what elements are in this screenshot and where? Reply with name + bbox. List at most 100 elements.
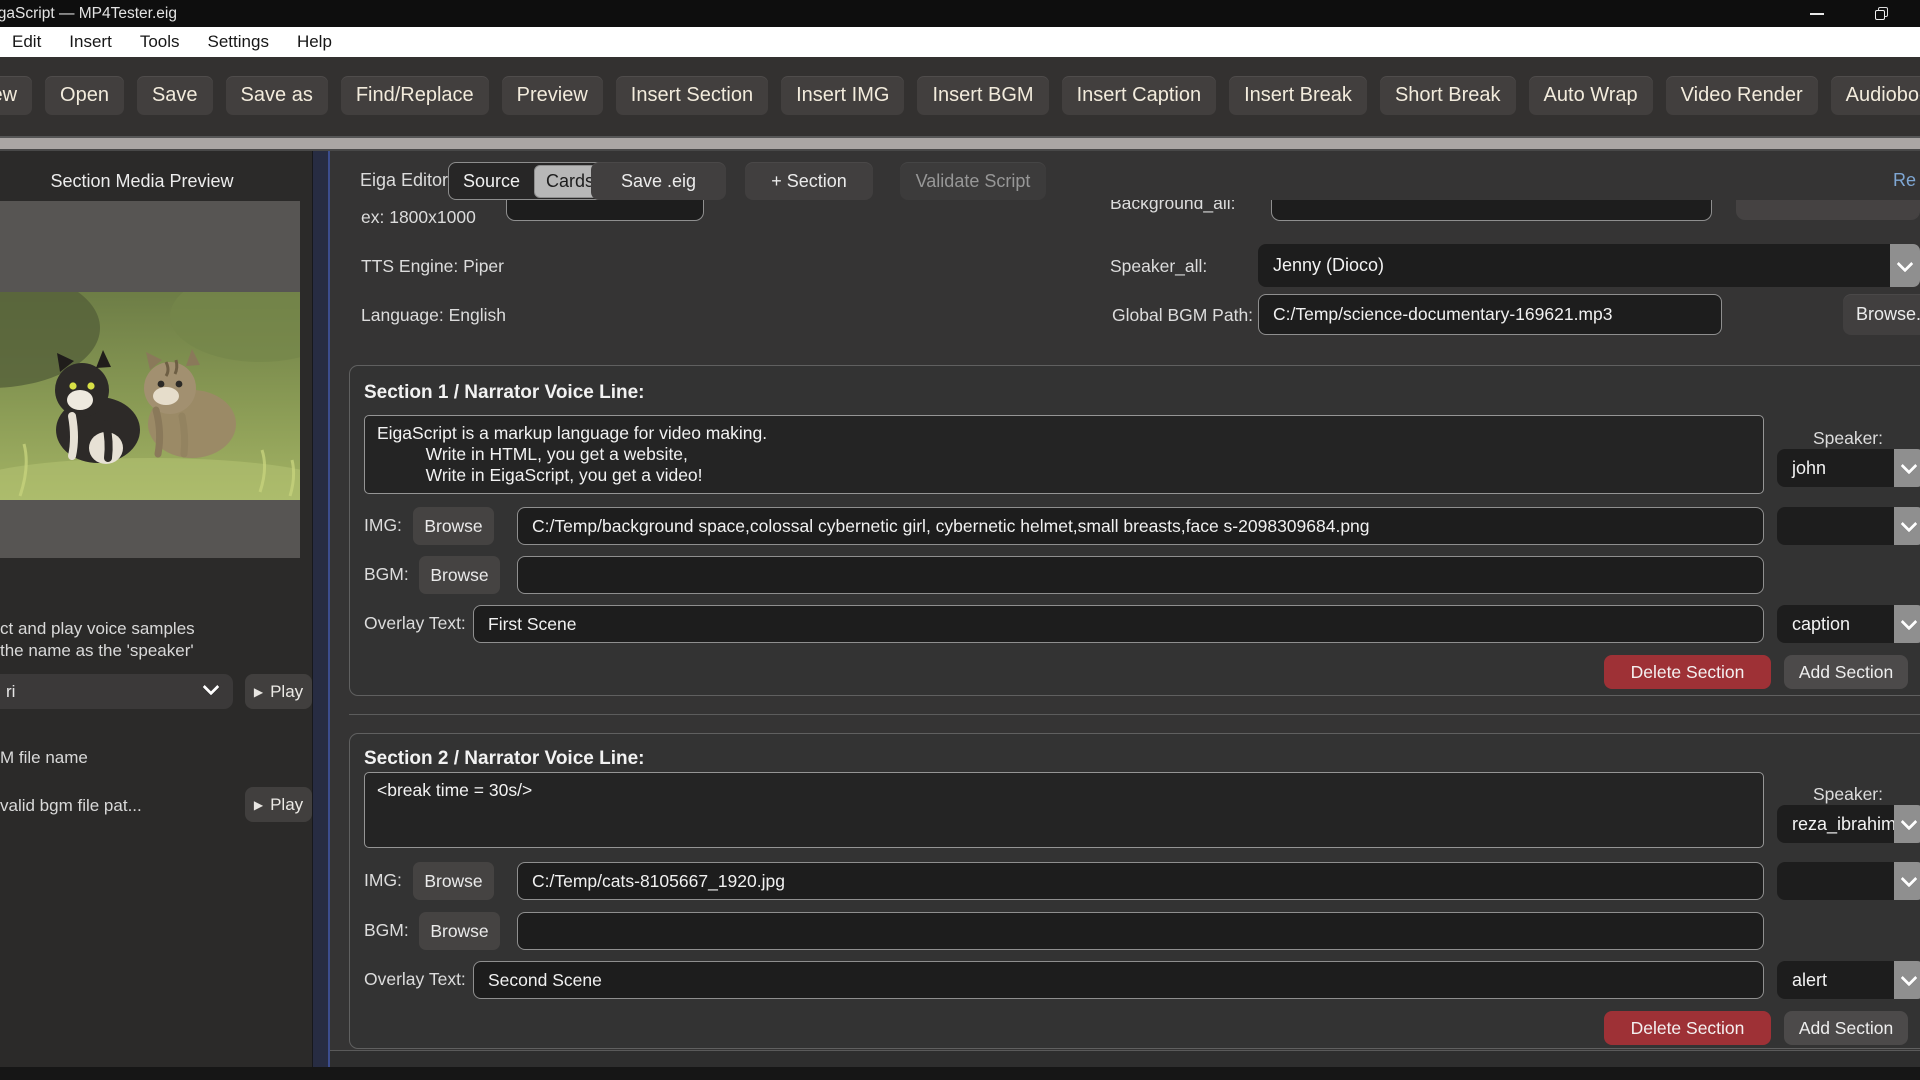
section-1-speaker-value: john [1777, 449, 1894, 487]
section-2-add-button[interactable]: Add Section [1784, 1011, 1908, 1045]
section-2-speaker-select[interactable]: reza_ibrahim [1777, 805, 1920, 843]
img-label: IMG: [364, 515, 402, 536]
voice-sample-hint-line2: the name as the 'speaker' [0, 641, 194, 661]
toolbar-button-video-render[interactable]: Video Render [1666, 76, 1818, 115]
window-title: EigaScript — MP4Tester.eig [0, 5, 177, 23]
save-eig-button[interactable]: Save .eig [591, 162, 726, 200]
tab-source[interactable]: Source [449, 171, 534, 192]
speaker-all-label: Speaker_all: [1110, 256, 1207, 277]
section-2-bgm-browse-button[interactable]: Browse [419, 912, 500, 950]
section-1-bgm-path-input[interactable] [517, 556, 1764, 594]
chevron-down-icon[interactable] [1894, 449, 1920, 487]
bgm-label: BGM: [364, 564, 409, 585]
menu-item-tools[interactable]: Tools [140, 32, 180, 52]
chevron-down-icon[interactable] [1894, 605, 1920, 643]
toolbar-button-new[interactable]: New [0, 76, 32, 115]
chevron-down-icon[interactable] [1894, 862, 1920, 900]
bgm-file-status: valid bgm file pat... [0, 796, 142, 816]
voice-select[interactable]: ri [0, 674, 233, 709]
menu-item-insert[interactable]: Insert [69, 32, 112, 52]
bgm-file-hint: M file name [0, 748, 88, 768]
section-2-img-browse-button[interactable]: Browse [413, 862, 494, 900]
voice-select-value: ri [6, 682, 15, 702]
minimize-button[interactable] [1796, 0, 1838, 27]
background-all-input-fragment[interactable] [1271, 200, 1712, 221]
kitten-photo [0, 292, 300, 500]
section-card-1: Section 1 / Narrator Voice Line: EigaScr… [349, 365, 1920, 696]
title-bar: EigaScript — MP4Tester.eig [0, 0, 1920, 27]
menu-bar: Edit Insert Tools Settings Help [0, 27, 1920, 57]
section-1-title: Section 1 / Narrator Voice Line: [364, 382, 645, 404]
play-voice-button[interactable]: ▶ Play [245, 674, 312, 709]
toolbar-button-insert-img[interactable]: Insert IMG [781, 76, 904, 115]
speaker-all-value: Jenny (Dioco) [1258, 244, 1890, 287]
menu-item-settings[interactable]: Settings [208, 32, 269, 52]
bottom-edge-band [0, 1067, 1920, 1080]
play-icon: ▶ [254, 686, 263, 698]
section-1-add-button[interactable]: Add Section [1784, 655, 1908, 689]
menu-item-edit[interactable]: Edit [12, 32, 41, 52]
resolution-input-fragment[interactable] [506, 200, 704, 221]
toolbar-button-save[interactable]: Save [137, 76, 213, 115]
section-2-voice-textarea[interactable]: <break time = 30s/> [364, 772, 1764, 848]
speaker-all-select[interactable]: Jenny (Dioco) [1258, 244, 1920, 287]
toolbar-button-insert-caption[interactable]: Insert Caption [1062, 76, 1217, 115]
section-1-img-browse-button[interactable]: Browse [413, 507, 494, 545]
section-2-overlay-text-value: Second Scene [488, 970, 602, 991]
view-mode-tabs: Source Cards [448, 162, 610, 200]
section-1-img-path-value: C:/Temp/background space,colossal cybern… [532, 516, 1370, 537]
section-1-voice-textarea[interactable]: EigaScript is a markup language for vide… [364, 415, 1764, 494]
section-1-speaker-select[interactable]: john [1777, 449, 1920, 487]
section-1-bgm-browse-button[interactable]: Browse [419, 556, 500, 594]
chevron-down-icon[interactable] [1890, 244, 1920, 287]
chevron-down-icon[interactable] [1894, 961, 1920, 999]
validate-script-button[interactable]: Validate Script [900, 162, 1046, 200]
media-preview-panel [0, 201, 300, 558]
render-link-partial[interactable]: Re [1893, 170, 1916, 191]
toolbar-button-preview[interactable]: Preview [502, 76, 603, 115]
sidebar-splitter[interactable] [312, 151, 330, 1080]
minimize-icon [1810, 13, 1824, 15]
section-1-overlay-style-select[interactable]: caption [1777, 605, 1920, 643]
section-1-img-style-select[interactable] [1777, 507, 1920, 545]
add-section-top-button[interactable]: + Section [745, 162, 873, 200]
global-bgm-path-value: C:/Temp/science-documentary-169621.mp3 [1273, 304, 1612, 325]
overlay-text-label: Overlay Text: [364, 613, 466, 634]
toolbar-button-audiobook-render[interactable]: Audiobook Render [1831, 76, 1920, 115]
section-2-img-style-select[interactable] [1777, 862, 1920, 900]
horizontal-scrollbar[interactable] [0, 136, 1920, 151]
section-2-overlay-style-select[interactable]: alert [1777, 961, 1920, 999]
toolbar-button-auto-wrap[interactable]: Auto Wrap [1529, 76, 1653, 115]
section-1-delete-button[interactable]: Delete Section [1604, 655, 1771, 689]
global-bgm-path-input[interactable]: C:/Temp/science-documentary-169621.mp3 [1258, 294, 1722, 335]
menu-item-help[interactable]: Help [297, 32, 332, 52]
overlay-text-label: Overlay Text: [364, 969, 466, 990]
section-2-speaker-value: reza_ibrahim [1777, 805, 1894, 843]
toolbar-button-find-replace[interactable]: Find/Replace [341, 76, 489, 115]
toolbar-button-insert-section[interactable]: Insert Section [616, 76, 768, 115]
chevron-down-icon[interactable] [1894, 507, 1920, 545]
chevron-down-icon[interactable] [1894, 805, 1920, 843]
toolbar-button-short-break[interactable]: Short Break [1380, 76, 1516, 115]
background-all-browse-fragment[interactable] [1736, 200, 1920, 220]
speaker-label: Speaker: [1805, 784, 1883, 805]
section-2-delete-button[interactable]: Delete Section [1604, 1011, 1771, 1045]
section-1-img-path-input[interactable]: C:/Temp/background space,colossal cybern… [517, 507, 1764, 545]
restore-button[interactable] [1860, 0, 1902, 27]
toolbar-button-save-as[interactable]: Save as [226, 76, 328, 115]
section-2-bgm-path-input[interactable] [517, 912, 1764, 950]
global-bgm-browse-button[interactable]: Browse... [1843, 294, 1920, 335]
section-card-2: Section 2 / Narrator Voice Line: <break … [349, 733, 1920, 1049]
section-1-overlay-text-input[interactable]: First Scene [473, 605, 1764, 643]
play-icon: ▶ [254, 799, 263, 811]
toolbar: New Open Save Save as Find/Replace Previ… [0, 57, 1920, 136]
section-2-overlay-style-value: alert [1777, 961, 1894, 999]
section-2-overlay-text-input[interactable]: Second Scene [473, 961, 1764, 999]
play-bgm-button[interactable]: ▶ Play [245, 787, 312, 822]
language-label: Language: English [361, 305, 506, 326]
toolbar-button-open[interactable]: Open [45, 76, 124, 115]
img-label: IMG: [364, 870, 402, 891]
section-2-img-path-input[interactable]: C:/Temp/cats-8105667_1920.jpg [517, 862, 1764, 900]
toolbar-button-insert-break[interactable]: Insert Break [1229, 76, 1367, 115]
toolbar-button-insert-bgm[interactable]: Insert BGM [917, 76, 1048, 115]
